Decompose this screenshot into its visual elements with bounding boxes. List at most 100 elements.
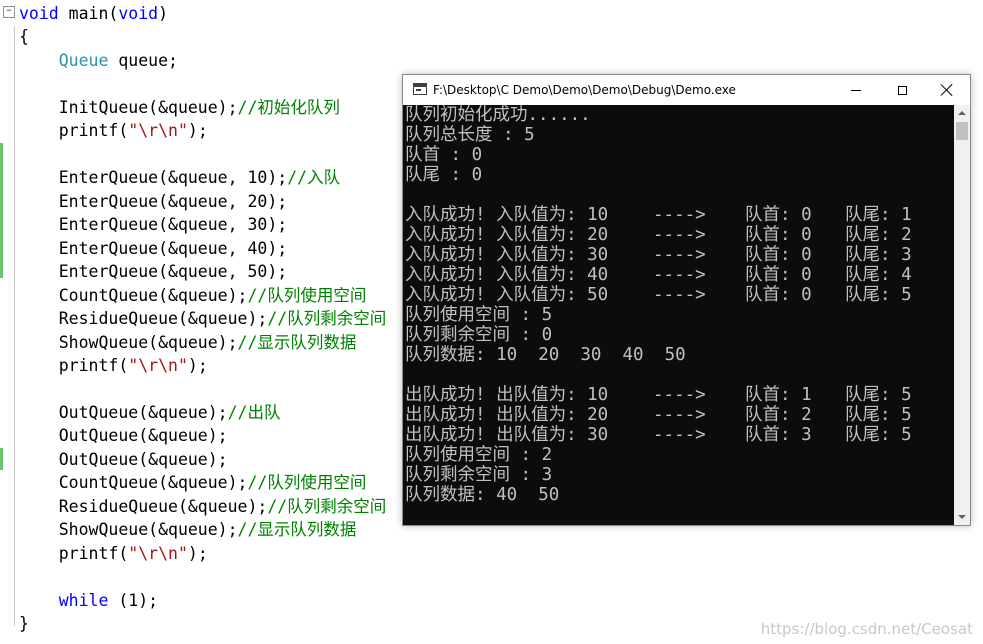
code-token: queue; — [108, 50, 178, 70]
close-icon — [941, 84, 953, 96]
code-line: Queue queue; — [19, 50, 178, 72]
code-line: EnterQueue(&queue, 30); — [19, 214, 287, 236]
code-token: //入队 — [287, 168, 341, 188]
console-line: 队列数据: 10 20 30 40 50 — [405, 345, 953, 365]
code-token: ); — [187, 121, 208, 141]
console-text: 入队成功! 入队值为: 40 — [405, 265, 609, 285]
console-text: 队尾: 5 — [845, 385, 912, 405]
code-line: ResidueQueue(&queue);//队列剩余空间 — [19, 308, 387, 330]
code-token: CountQueue(&queue); — [19, 473, 248, 493]
console-text: ----> — [653, 385, 706, 405]
maximize-button[interactable] — [879, 75, 925, 105]
console-text: 队列剩余空间 : 0 — [405, 325, 553, 345]
code-token: void — [19, 4, 59, 23]
code-token: Queue — [58, 50, 109, 70]
console-text: 出队成功! 出队值为: 10 — [405, 385, 609, 405]
console-text: 入队成功! 入队值为: 50 — [405, 285, 609, 305]
console-window-icon[interactable] — [413, 83, 427, 95]
code-token: EnterQueue(&queue, 10); — [19, 168, 288, 188]
scroll-up-button[interactable] — [954, 105, 970, 121]
minimize-icon — [851, 89, 861, 91]
console-text: ----> — [653, 245, 706, 265]
console-line: 入队成功! 入队值为: 10 ----> 队首: 0 队尾: 1 — [405, 205, 953, 225]
code-token: //显示队列数据 — [237, 332, 357, 352]
console-text: ----> — [653, 205, 706, 225]
console-window[interactable]: F:\Desktop\C Demo\Demo\Demo\Debug\Demo.e… — [402, 74, 971, 526]
console-text: 队尾: 5 — [845, 285, 912, 305]
code-token: //队列使用空间 — [247, 473, 367, 493]
console-text: 队首: 0 — [745, 285, 812, 305]
code-token: printf( — [19, 121, 129, 141]
console-text: 出队成功! 出队值为: 30 — [405, 425, 609, 445]
console-text: 队首: 0 — [745, 205, 812, 225]
console-line: 入队成功! 入队值为: 20 ----> 队首: 0 队尾: 2 — [405, 225, 953, 245]
console-text: 队首: 0 — [745, 245, 812, 265]
code-token: "\r\n" — [128, 121, 188, 141]
code-line: EnterQueue(&queue, 40); — [19, 238, 287, 260]
close-button[interactable] — [924, 75, 970, 105]
code-line: ShowQueue(&queue);//显示队列数据 — [19, 519, 357, 541]
code-token: EnterQueue(&queue, 20); — [19, 191, 288, 211]
console-text: 队列使用空间 : 5 — [405, 305, 553, 325]
console-text: 队尾: 2 — [845, 225, 912, 245]
code-token: { — [19, 27, 29, 47]
code-token: OutQueue(&queue); — [19, 426, 228, 446]
console-text: 队尾: 3 — [845, 245, 912, 265]
code-token: EnterQueue(&queue, 50); — [19, 262, 288, 282]
collapse-toggle-icon[interactable]: − — [3, 6, 15, 18]
code-token: } — [19, 614, 29, 634]
minimize-button[interactable] — [833, 75, 879, 105]
console-text: 队尾: 1 — [845, 205, 912, 225]
console-text: 队首: 3 — [745, 425, 812, 445]
console-line: 队首 : 0 — [405, 145, 953, 165]
code-line: EnterQueue(&queue, 10);//入队 — [19, 167, 340, 189]
code-line: } — [19, 613, 29, 635]
code-token: OutQueue(&queue); — [19, 449, 228, 469]
code-token: ResidueQueue(&queue); — [19, 309, 268, 329]
console-text: 队列使用空间 : 2 — [405, 445, 553, 465]
code-token: "\r\n" — [128, 356, 188, 376]
code-token: ShowQueue(&queue); — [19, 520, 238, 540]
console-text: 出队成功! 出队值为: 20 — [405, 405, 609, 425]
code-token: //队列剩余空间 — [267, 496, 387, 516]
code-token: printf( — [19, 543, 129, 563]
console-line: 队列初始化成功...... — [405, 105, 953, 125]
console-output[interactable]: 队列初始化成功...... 队列总长度 : 5 队首 : 0 队尾 : 0 入队成功! … — [403, 105, 954, 525]
code-line: CountQueue(&queue);//队列使用空间 — [19, 472, 367, 494]
code-line: EnterQueue(&queue, 50); — [19, 261, 287, 283]
code-line: printf("\r\n"); — [19, 355, 208, 377]
code-token: //队列剩余空间 — [267, 309, 387, 329]
console-text: 队尾: 4 — [845, 265, 912, 285]
scroll-thumb[interactable] — [956, 122, 968, 140]
code-token: "\r\n" — [128, 543, 188, 563]
code-token: EnterQueue(&queue, 40); — [19, 238, 288, 258]
maximize-icon — [897, 85, 907, 95]
code-line: printf("\r\n"); — [19, 543, 208, 565]
change-marker — [0, 143, 3, 278]
console-text: 队尾 : 0 — [405, 165, 483, 185]
code-token: while — [58, 590, 109, 610]
console-line: 出队成功! 出队值为: 30 ----> 队首: 3 队尾: 5 — [405, 425, 953, 445]
console-text: ----> — [653, 225, 706, 245]
code-line: { — [19, 26, 29, 48]
console-line: 入队成功! 入队值为: 30 ----> 队首: 0 队尾: 3 — [405, 245, 953, 265]
code-line: InitQueue(&queue);//初始化队列 — [19, 97, 340, 119]
code-token: ShowQueue(&queue); — [19, 332, 238, 352]
vertical-scrollbar[interactable] — [954, 105, 970, 525]
code-token: CountQueue(&queue); — [19, 285, 248, 305]
code-token: (1); — [108, 590, 159, 610]
console-text: 队尾: 5 — [845, 425, 912, 445]
code-line: void main(void) — [19, 3, 168, 25]
code-line: ResidueQueue(&queue);//队列剩余空间 — [19, 496, 387, 518]
console-text: 队首 : 0 — [405, 145, 483, 165]
console-titlebar[interactable]: F:\Desktop\C Demo\Demo\Demo\Debug\Demo.e… — [403, 75, 970, 105]
console-text: 队首: 2 — [745, 405, 812, 425]
code-line: ShowQueue(&queue);//显示队列数据 — [19, 332, 357, 354]
code-token: //队列使用空间 — [247, 285, 367, 305]
code-token: printf( — [19, 356, 129, 376]
scroll-down-button[interactable] — [954, 509, 970, 525]
console-line: 出队成功! 出队值为: 10 ----> 队首: 1 队尾: 5 — [405, 385, 953, 405]
code-token: main( — [58, 4, 119, 23]
